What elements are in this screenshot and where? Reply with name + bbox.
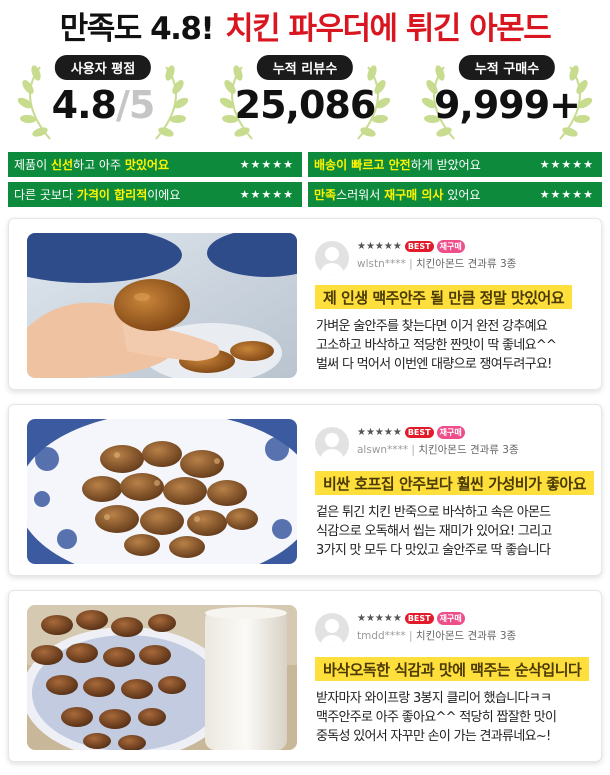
product-name: 치킨아몬드 견과류 3종 <box>415 258 517 270</box>
summary-text-part: 하고 아주 <box>73 158 125 172</box>
best-badge: BEST <box>404 241 434 252</box>
reviewer-info: wlstn**** | 치킨아몬드 견과류 3종 <box>357 256 516 271</box>
summary-text-part: 이에요 <box>147 188 181 202</box>
reviewer-id: alswn**** <box>357 444 409 456</box>
review-line: 중독성 있어서 자꾸만 손이 가는 견과류네요~! <box>316 729 551 744</box>
stat-review-count: 누적 리뷰수 25,086 <box>210 55 400 143</box>
product-name: 치킨아몬드 견과류 3종 <box>418 444 519 456</box>
review-headline: 바삭오독한 식감과 맛에 맥주는 순삭입니다 <box>315 657 590 681</box>
stat-label: 사용자 평점 <box>54 55 152 80</box>
stat-value: 9,999+ <box>412 83 602 127</box>
stat-value: 25,086 <box>210 83 400 127</box>
stat-user-rating: 사용자 평점 4.8/5 <box>8 55 198 143</box>
summary-text: 제품이 신선하고 아주 맛있어요 <box>14 156 169 173</box>
summary-bar-fresh: 제품이 신선하고 아주 맛있어요 ★★★★★ <box>8 152 302 177</box>
reorder-badge: 재구매 <box>436 240 465 253</box>
summary-text: 만족스러워서 재구매 의사 있어요 <box>314 186 480 203</box>
review-card: ★★★★★ BEST 재구매 alswn**** | 치킨아몬드 견과류 3종 … <box>8 404 602 576</box>
review-photo <box>27 605 297 750</box>
stat-label: 누적 구매수 <box>458 55 556 80</box>
reorder-badge: 재구매 <box>436 612 465 625</box>
summary-text-part: 하게 받았어요 <box>410 158 481 172</box>
review-photo <box>27 233 297 378</box>
summary-highlight: 가격이 합리적 <box>76 188 148 202</box>
reorder-badge: 재구매 <box>436 426 465 439</box>
summary-highlight: 재구매 의사 <box>384 188 444 202</box>
summary-bar-delivery: 배송이 빠르고 안전하게 받았어요 ★★★★★ <box>308 152 602 177</box>
stat-value: 4.8/5 <box>8 83 198 127</box>
summary-bar-repurchase: 만족스러워서 재구매 의사 있어요 ★★★★★ <box>308 182 602 207</box>
best-badge: BEST <box>404 427 434 438</box>
header-product-name: 치킨 파우더에 튀긴 아몬드 <box>225 10 552 47</box>
review-body: 겉은 튀긴 치킨 반죽으로 바삭하고 속은 아몬드 식감으로 오독해서 씹는 재… <box>316 503 598 560</box>
review-line: 3가지 맛 모두 다 맛있고 술안주로 딱 좋습니다 <box>316 543 551 558</box>
five-stars-icon: ★★★★★ <box>239 188 294 201</box>
summary-text-part: 제품이 <box>14 158 51 172</box>
review-meta: ★★★★★ BEST 재구매 <box>357 612 465 625</box>
separator: | <box>411 444 415 456</box>
purchase-count-value: 9,999+ <box>433 83 581 127</box>
product-name: 치킨아몬드 견과류 3종 <box>415 630 517 642</box>
avatar-icon <box>315 241 349 275</box>
review-line: 맥주안주로 아주 좋아요^^ 적당히 짭잘한 맛이 <box>316 710 557 725</box>
review-body: 가벼운 술안주를 찾는다면 이거 완전 강추예요 고소하고 바삭하고 적당한 짠… <box>316 317 598 374</box>
review-line: 식감으로 오독해서 씹는 재미가 있어요! 그리고 <box>316 524 552 539</box>
summary-bar-price: 다른 곳보다 가격이 합리적이에요 ★★★★★ <box>8 182 302 207</box>
header-rating-text: 만족도 4.8! <box>59 10 215 47</box>
review-line: 벌써 다 먹어서 이번엔 대량으로 쟁여두려구요! <box>316 357 552 372</box>
summary-highlight: 맛있어요 <box>124 158 169 172</box>
review-card: ★★★★★ BEST 재구매 tmdd**** | 치킨아몬드 견과류 3종 바… <box>8 590 602 762</box>
review-meta: ★★★★★ BEST 재구매 <box>357 426 465 439</box>
five-stars-icon: ★★★★★ <box>239 158 294 171</box>
summary-highlight: 신선 <box>50 158 74 172</box>
review-photo <box>27 419 297 564</box>
summary-text-part: 다른 곳보다 <box>14 188 77 202</box>
star-rating-icon: ★★★★★ <box>357 613 402 624</box>
five-stars-icon: ★★★★★ <box>539 158 594 171</box>
review-line: 겉은 튀긴 치킨 반죽으로 바삭하고 속은 아몬드 <box>316 505 551 520</box>
separator: | <box>409 258 413 270</box>
five-stars-icon: ★★★★★ <box>539 188 594 201</box>
review-line: 받자마자 와이프랑 3봉지 클리어 했습니다ㅋㅋ <box>316 691 552 706</box>
review-line: 가벼운 술안주를 찾는다면 이거 완전 강추예요 <box>316 319 548 334</box>
avatar-icon <box>315 613 349 647</box>
review-body: 받자마자 와이프랑 3봉지 클리어 했습니다ㅋㅋ 맥주안주로 아주 좋아요^^ … <box>316 689 598 746</box>
review-headline: 비싼 호프집 안주보다 훨씬 가성비가 좋아요 <box>315 471 595 495</box>
page-header: 만족도 4.8! 치킨 파우더에 튀긴 아몬드 <box>0 0 610 50</box>
reviewer-info: tmdd**** | 치킨아몬드 견과류 3종 <box>357 628 516 643</box>
star-rating-icon: ★★★★★ <box>357 241 402 252</box>
rating-scale: /5 <box>116 83 155 127</box>
summary-highlight: 배송이 빠르고 안전 <box>314 158 411 172</box>
summary-bars: 제품이 신선하고 아주 맛있어요 ★★★★★ 배송이 빠르고 안전하게 받았어요… <box>8 152 602 207</box>
reviewer-id: tmdd**** <box>357 630 406 642</box>
review-headline: 제 인생 맥주안주 될 만큼 정말 맛있어요 <box>315 285 573 309</box>
reviewer-id: wlstn**** <box>357 258 406 270</box>
reviewer-info: alswn**** | 치킨아몬드 견과류 3종 <box>357 442 519 457</box>
best-badge: BEST <box>404 613 434 624</box>
avatar-icon <box>315 427 349 461</box>
summary-highlight: 만족 <box>314 188 337 202</box>
review-line: 고소하고 바삭하고 적당한 짠맛이 딱 좋네요^^ <box>316 338 557 353</box>
summary-text: 배송이 빠르고 안전하게 받았어요 <box>314 156 481 173</box>
review-count-value: 25,086 <box>234 83 377 127</box>
summary-text: 다른 곳보다 가격이 합리적이에요 <box>14 186 180 203</box>
review-meta: ★★★★★ BEST 재구매 <box>357 240 465 253</box>
review-card: ★★★★★ BEST 재구매 wlstn**** | 치킨아몬드 견과류 3종 … <box>8 218 602 390</box>
summary-text-part: 스러워서 <box>336 188 385 202</box>
stats-row: 사용자 평점 4.8/5 누적 리뷰수 25,086 누적 구매수 9,999+ <box>8 55 602 143</box>
star-rating-icon: ★★★★★ <box>357 427 402 438</box>
summary-text-part: 있어요 <box>443 188 481 202</box>
stat-purchase-count: 누적 구매수 9,999+ <box>412 55 602 143</box>
stat-label: 누적 리뷰수 <box>256 55 354 80</box>
rating-value: 4.8 <box>51 83 117 127</box>
separator: | <box>409 630 413 642</box>
